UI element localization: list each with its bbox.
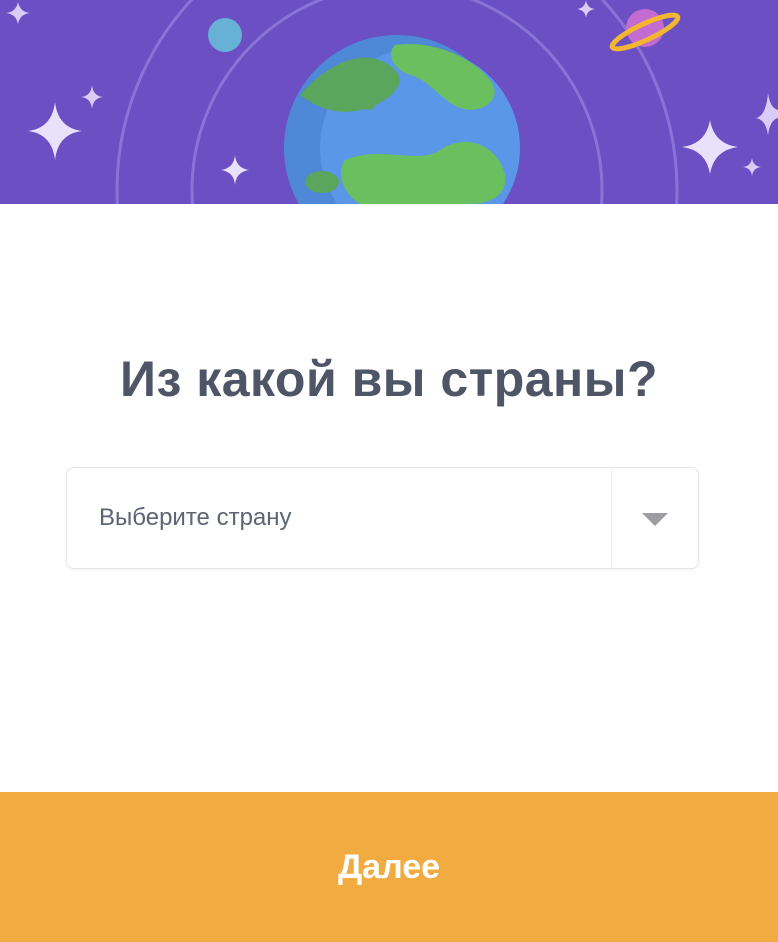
- select-divider: [611, 468, 612, 568]
- question-title: Из какой вы страны?: [120, 351, 658, 407]
- moon-icon: [208, 18, 242, 52]
- space-banner: [0, 0, 778, 204]
- next-button[interactable]: Далее: [0, 792, 778, 942]
- caret-down-icon[interactable]: [642, 513, 668, 526]
- earth-illustration: [0, 0, 778, 204]
- country-select-screen: Из какой вы страны? Выберите страну Дале…: [0, 0, 778, 942]
- next-button-label: Далее: [337, 848, 441, 886]
- country-select[interactable]: Выберите страну: [66, 467, 699, 569]
- country-select-placeholder: Выберите страну: [99, 504, 292, 531]
